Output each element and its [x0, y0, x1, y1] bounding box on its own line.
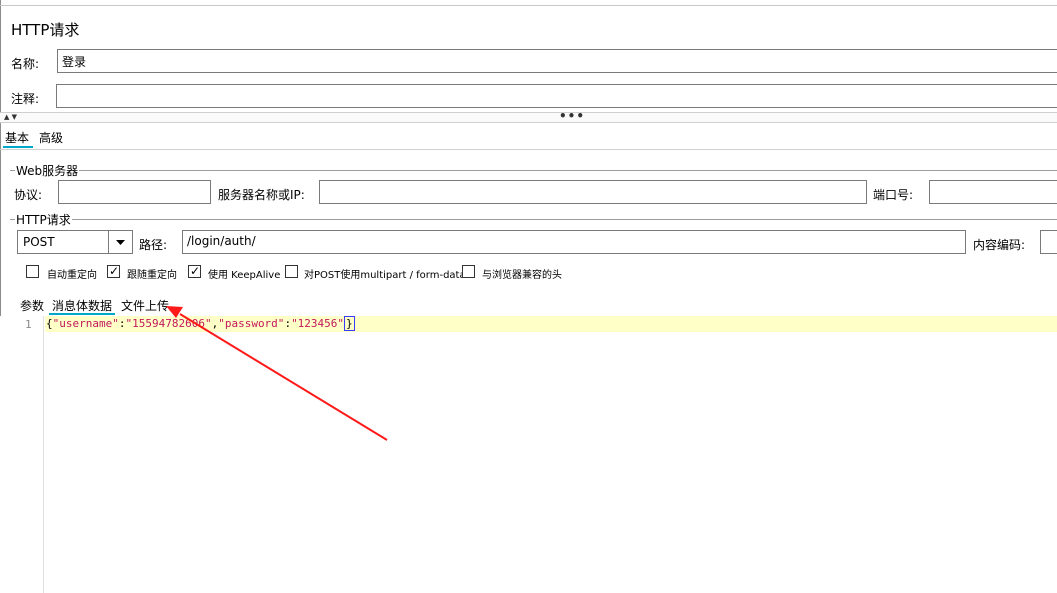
annotation-arrow-icon	[166, 306, 388, 441]
